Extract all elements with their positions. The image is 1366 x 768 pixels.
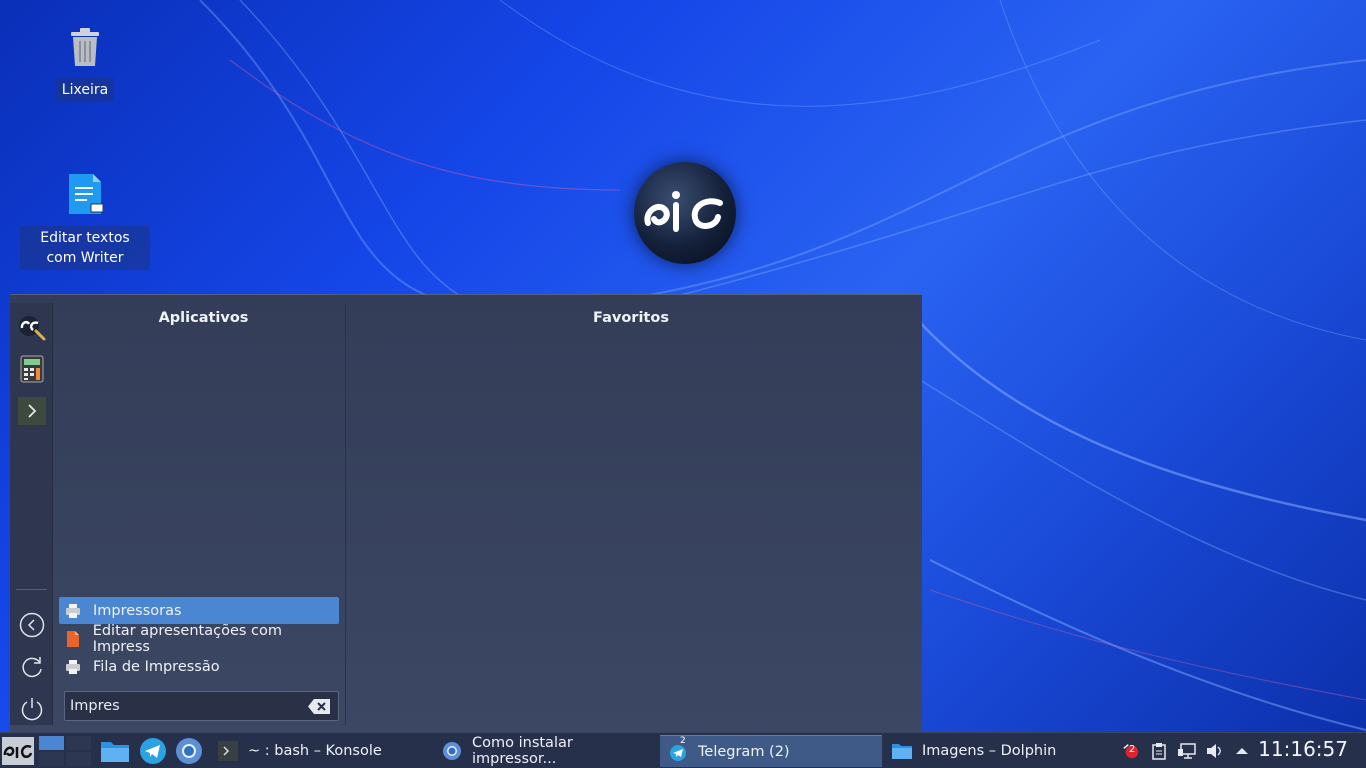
search-input[interactable] <box>70 698 300 714</box>
folder-icon <box>892 741 912 761</box>
chromium-launcher-icon[interactable] <box>175 733 205 768</box>
task-telegram[interactable]: 2 Telegram (2) <box>660 735 882 767</box>
restart-icon[interactable] <box>16 651 47 682</box>
terminal-icon <box>218 741 238 761</box>
clipboard-icon[interactable] <box>1150 742 1168 760</box>
task-label: ~ : bash – Konsole <box>248 743 382 759</box>
desktop-icon-label: Editar textos com Writer <box>20 226 150 270</box>
shutdown-icon[interactable] <box>16 693 47 724</box>
pager-desktop-3[interactable] <box>38 751 65 767</box>
distro-logo <box>634 162 736 264</box>
terminal-icon[interactable] <box>16 395 47 426</box>
telegram-icon: 2 <box>668 736 688 762</box>
writer-document-icon <box>65 172 105 220</box>
folder-launcher-icon[interactable] <box>100 733 132 768</box>
result-label: Editar apresentações com Impress <box>92 622 283 655</box>
search-result-impress[interactable]: Editar apresentações com Impress <box>59 622 339 655</box>
task-konsole[interactable]: ~ : bash – Konsole <box>210 735 432 767</box>
pager-desktop-2[interactable] <box>65 735 92 751</box>
impress-icon <box>65 630 81 647</box>
system-settings-icon[interactable] <box>16 311 47 342</box>
task-chromium[interactable]: Como instalar impressor... <box>434 735 658 767</box>
result-label: Impressoras <box>93 602 182 619</box>
clear-search-icon[interactable] <box>308 699 330 714</box>
launcher-sidebar <box>10 303 53 725</box>
task-label: Imagens – Dolphin <box>922 743 1057 759</box>
leave-icon[interactable] <box>16 609 47 640</box>
desktop-icon-writer[interactable]: Editar textos com Writer <box>20 172 150 270</box>
sidebar-separator <box>16 589 47 590</box>
tray-badge: 2 <box>1129 744 1136 755</box>
desktop-pager[interactable] <box>38 735 92 767</box>
volume-icon[interactable] <box>1206 742 1224 760</box>
application-launcher: Aplicativos Favoritos Impressoras Editar… <box>10 294 922 732</box>
desktop-icon-label: Lixeira <box>55 78 115 102</box>
taskbar: ~ : bash – Konsole Como instalar impress… <box>0 732 1366 768</box>
telegram-launcher-icon[interactable] <box>139 733 169 768</box>
application-menu-button[interactable] <box>2 733 34 768</box>
search-field[interactable] <box>64 691 339 721</box>
expand-tray-icon[interactable] <box>1233 742 1251 760</box>
network-icon[interactable] <box>1178 742 1196 760</box>
calculator-icon[interactable] <box>16 353 47 384</box>
result-label: Fila de Impressão <box>93 658 220 675</box>
applications-title: Aplicativos <box>158 310 249 326</box>
pager-desktop-1[interactable] <box>38 735 65 751</box>
favorites-column: Favoritos <box>346 303 916 725</box>
desktop-icon-trash[interactable]: Lixeira <box>20 24 150 102</box>
task-label: Como instalar impressor... <box>472 735 573 767</box>
pager-desktop-4[interactable] <box>65 751 92 767</box>
printer-icon <box>65 659 81 675</box>
notifications-icon[interactable]: 2 <box>1122 742 1140 760</box>
chromium-icon <box>442 741 462 761</box>
search-result-fila-impressao[interactable]: Fila de Impressão <box>59 653 339 680</box>
printer-icon <box>65 603 81 619</box>
task-label: Telegram (2) <box>698 743 790 760</box>
notification-badge: 2 <box>680 735 686 746</box>
task-dolphin[interactable]: Imagens – Dolphin <box>884 735 1106 767</box>
trash-icon <box>65 24 105 72</box>
clock[interactable]: 11:16:57 <box>1258 737 1348 761</box>
search-result-impressoras[interactable]: Impressoras <box>59 597 339 624</box>
favorites-title: Favoritos <box>593 310 669 326</box>
